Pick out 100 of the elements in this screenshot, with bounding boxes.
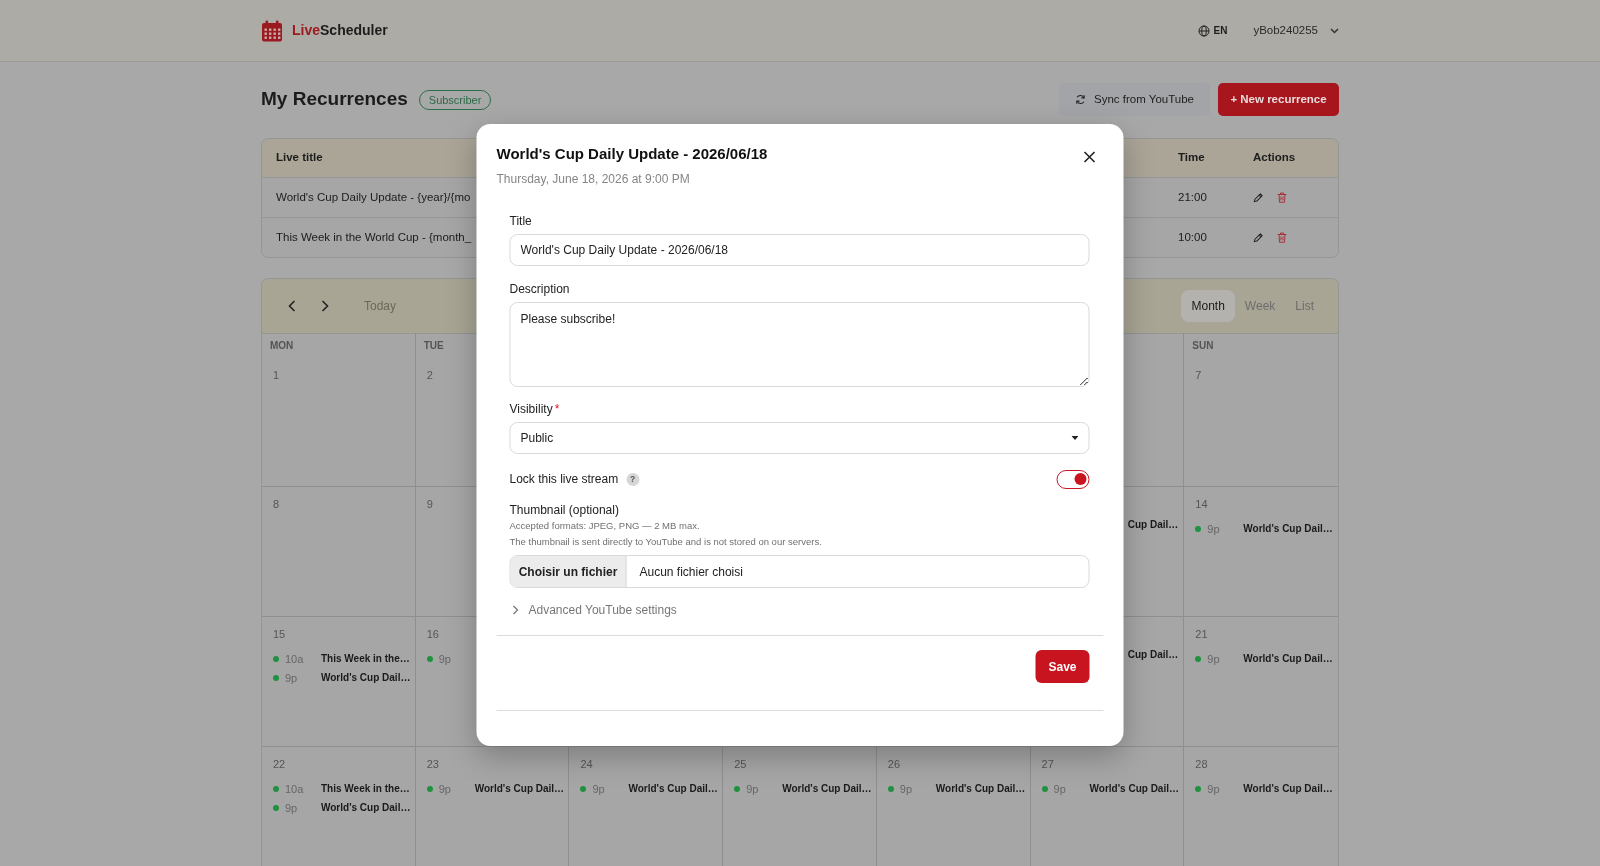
event-time: 9p bbox=[1207, 781, 1221, 796]
status-dot-icon bbox=[734, 785, 741, 792]
sync-button[interactable]: Sync from YouTube bbox=[1059, 83, 1210, 116]
status-dot-icon bbox=[426, 785, 433, 792]
weekday-header: MON bbox=[269, 339, 295, 353]
trash-icon[interactable] bbox=[1277, 232, 1287, 243]
hint-text: The thumbnail is sent directly to YouTube and is not stored on our servers. bbox=[509, 535, 823, 549]
calendar-logo-icon bbox=[261, 19, 283, 42]
event-title[interactable]: This Week in the… bbox=[321, 652, 410, 665]
modal-subtitle: Thursday, June 18, 2026 at 9:00 PM bbox=[496, 171, 691, 187]
status-dot-icon bbox=[1195, 655, 1202, 662]
day-number: 24 bbox=[580, 757, 593, 771]
event-title[interactable]: World's Cup Dail… bbox=[782, 782, 872, 795]
day-number: 7 bbox=[1195, 368, 1202, 382]
sync-icon bbox=[1075, 94, 1086, 105]
event-title[interactable]: Cup Dail… bbox=[1127, 648, 1179, 661]
status-dot-icon bbox=[887, 785, 894, 792]
page-title: My Recurrences bbox=[261, 88, 408, 111]
day-number: 25 bbox=[734, 757, 747, 771]
event-time: 10a bbox=[285, 781, 305, 796]
pencil-icon[interactable] bbox=[1253, 192, 1264, 203]
required-asterisk: * bbox=[554, 401, 560, 417]
day-number: 21 bbox=[1195, 627, 1208, 641]
status-dot-icon bbox=[273, 785, 279, 792]
field-label: Title bbox=[509, 213, 533, 229]
app-logo-text: LiveScheduler bbox=[292, 21, 388, 40]
language-switcher[interactable]: EN bbox=[1197, 23, 1228, 38]
event-title[interactable]: World's Cup Dail… bbox=[1243, 522, 1333, 535]
description-input[interactable]: Please subscribe! bbox=[509, 302, 1090, 387]
chevron-down-icon bbox=[1330, 27, 1339, 34]
modal-title: World's Cup Daily Update - 2026/06/18 bbox=[496, 144, 769, 164]
choose-file-button[interactable]: Choisir un fichier bbox=[510, 556, 627, 587]
event-time: 9p bbox=[285, 800, 299, 815]
day-number: 28 bbox=[1195, 757, 1208, 771]
day-number: 2 bbox=[426, 368, 433, 382]
field-label: Visibility bbox=[509, 401, 553, 417]
table-cell-text: 21:00 bbox=[1177, 189, 1208, 205]
day-number: 8 bbox=[273, 497, 280, 511]
event-time: 9p bbox=[746, 781, 760, 796]
event-title[interactable]: World's Cup Dail… bbox=[1089, 782, 1179, 795]
chevron-right-icon[interactable] bbox=[321, 300, 329, 312]
table-cell-text: 10:00 bbox=[1177, 229, 1208, 245]
field-label: Thumbnail (optional) bbox=[509, 502, 620, 518]
save-button[interactable]: Save bbox=[1035, 650, 1090, 683]
event-time: 9p bbox=[285, 670, 299, 685]
status-dot-icon bbox=[426, 655, 433, 662]
day-number: 1 bbox=[273, 368, 280, 382]
event-title[interactable]: World's Cup Dail… bbox=[1243, 652, 1333, 665]
status-dot-icon bbox=[273, 655, 279, 662]
chevron-left-icon[interactable] bbox=[288, 300, 296, 312]
event-time: 9p bbox=[1053, 781, 1067, 796]
status-dot-icon bbox=[1195, 785, 1202, 792]
table-cell-text: This Week in the World Cup - {month_ bbox=[275, 229, 473, 245]
switch-label: Lock this live stream bbox=[509, 471, 619, 487]
event-title[interactable]: Cup Dail… bbox=[1127, 518, 1179, 531]
column-header: Time bbox=[1177, 150, 1206, 166]
pencil-icon[interactable] bbox=[1253, 232, 1264, 243]
trash-icon[interactable] bbox=[1277, 192, 1287, 203]
column-header: Live title bbox=[275, 150, 324, 166]
status-dot-icon bbox=[273, 674, 279, 681]
event-time: 9p bbox=[899, 781, 914, 796]
event-title[interactable]: World's Cup Dail… bbox=[321, 671, 411, 684]
column-header: Actions bbox=[1252, 150, 1297, 166]
status-dot-icon bbox=[580, 785, 587, 792]
view-tab[interactable]: Month bbox=[1181, 290, 1235, 322]
weekday-header: TUE bbox=[422, 339, 445, 353]
caret-icon bbox=[1071, 436, 1079, 440]
event-title[interactable]: World's Cup Dail… bbox=[628, 782, 718, 795]
visibility-select[interactable]: Public bbox=[509, 422, 1090, 454]
user-menu[interactable]: yBob240255 bbox=[1253, 21, 1339, 40]
status-dot-icon bbox=[1041, 785, 1048, 792]
event-time: 9p bbox=[592, 781, 606, 796]
day-number: 27 bbox=[1041, 757, 1054, 771]
status-dot-icon bbox=[1195, 525, 1202, 532]
event-time: 9p bbox=[438, 781, 452, 796]
event-title[interactable]: This Week in the… bbox=[321, 782, 410, 795]
event-title[interactable]: World's Cup Dail… bbox=[474, 782, 565, 795]
day-number: 15 bbox=[273, 627, 286, 641]
lock-switch[interactable] bbox=[1056, 469, 1090, 489]
hint-text: Accepted formats: JPEG, PNG — 2 MB max. bbox=[509, 519, 701, 533]
day-number: 16 bbox=[426, 627, 439, 641]
event-title[interactable]: World's Cup Dail… bbox=[1243, 782, 1333, 795]
status-dot-icon bbox=[273, 804, 279, 811]
title-input[interactable]: World's Cup Daily Update - 2026/06/18 bbox=[509, 234, 1090, 266]
event-title[interactable]: World's Cup Dail… bbox=[935, 782, 1026, 795]
day-number: 9 bbox=[426, 497, 433, 511]
event-title[interactable]: World's Cup Dail… bbox=[321, 801, 411, 814]
day-number: 26 bbox=[887, 757, 901, 771]
event-time: 9p bbox=[1207, 521, 1221, 536]
day-number: 23 bbox=[426, 757, 439, 771]
advanced-settings-toggle[interactable]: Advanced YouTube settings bbox=[509, 602, 677, 618]
event-time: 9p bbox=[1207, 651, 1221, 666]
weekday-header: SUN bbox=[1191, 339, 1215, 353]
event-time: 10a bbox=[285, 651, 305, 666]
day-number: 22 bbox=[273, 757, 286, 771]
new-recurrence-button[interactable]: + New recurrence bbox=[1218, 83, 1339, 116]
help-icon[interactable]: ? bbox=[626, 472, 640, 486]
day-number: 14 bbox=[1195, 497, 1208, 511]
close-icon[interactable] bbox=[1083, 151, 1096, 163]
globe-icon bbox=[1197, 24, 1210, 37]
